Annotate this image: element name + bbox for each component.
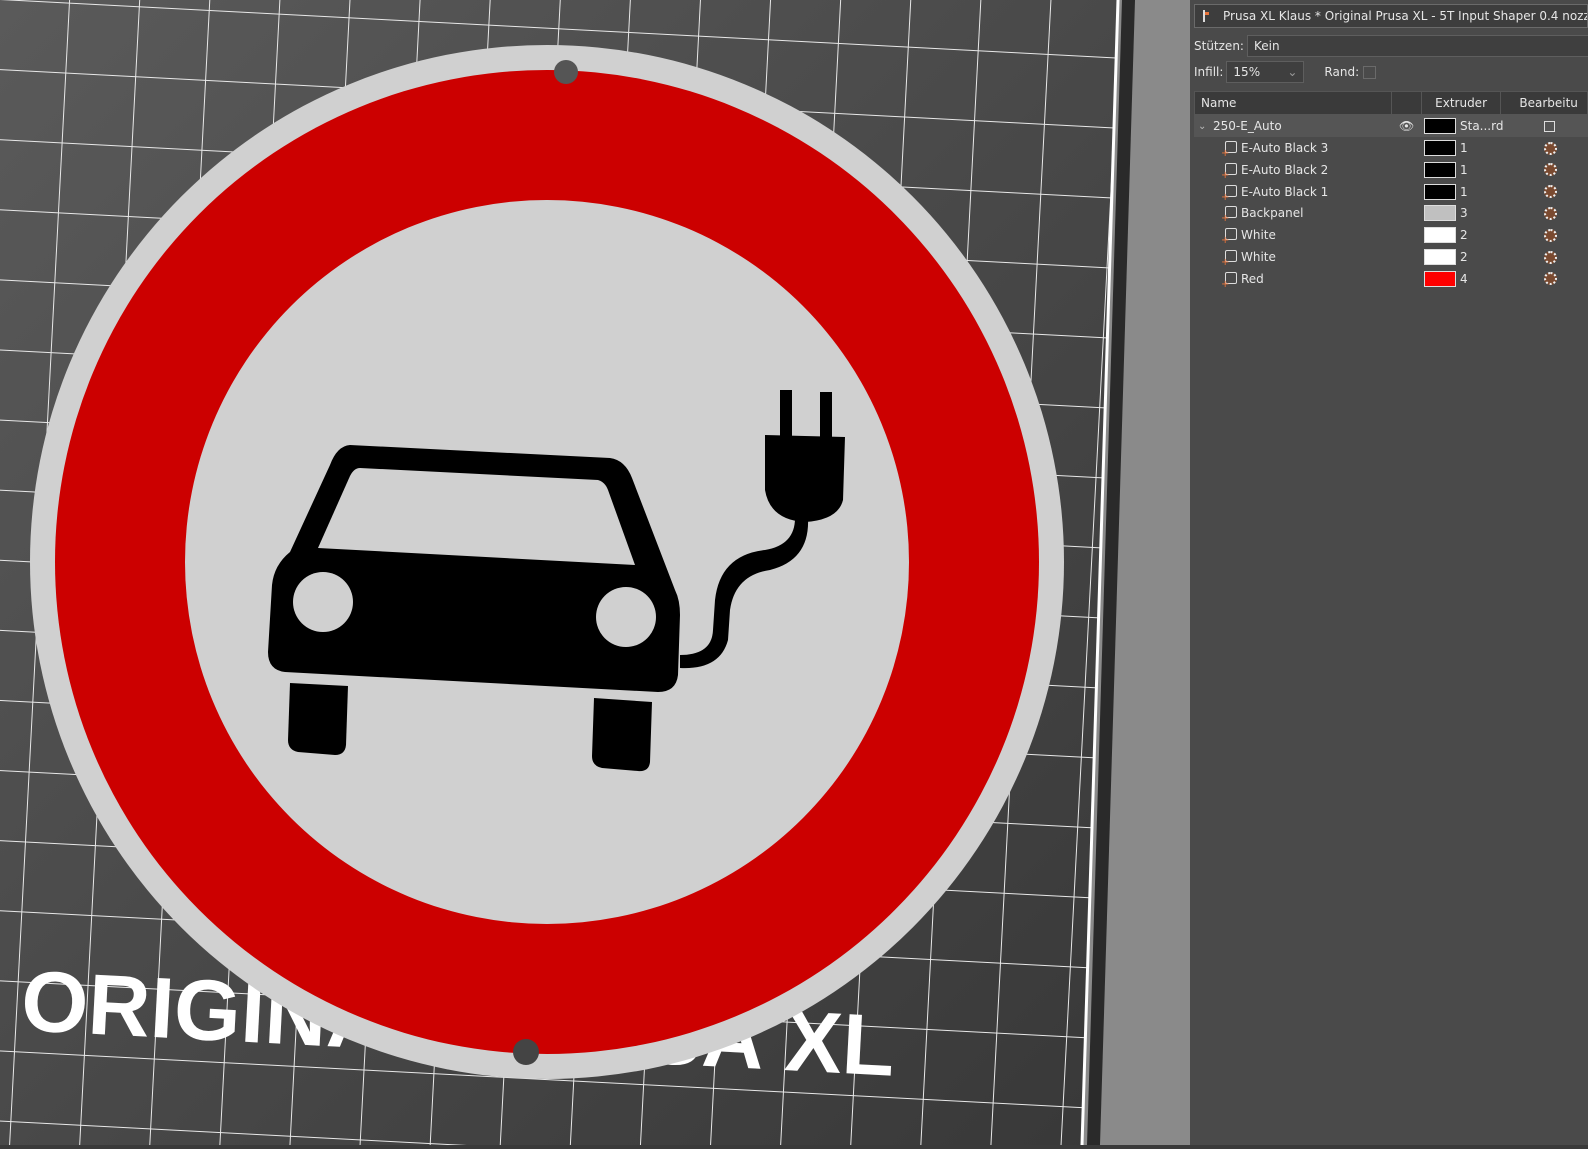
part-row[interactable]: + White 2 <box>1194 224 1588 246</box>
part-row[interactable]: + White 2 <box>1194 246 1588 268</box>
right-sidebar: Prusa XL Klaus * Original Prusa XL - 5T … <box>1190 0 1588 1145</box>
object-row[interactable]: ⌄ 250-E_Auto 👁 Sta...rd <box>1194 115 1588 137</box>
extruder-value[interactable]: 2 <box>1460 250 1468 264</box>
column-name[interactable]: Name <box>1195 92 1392 114</box>
plus-icon: + <box>1221 257 1230 268</box>
part-name: White <box>1241 250 1276 264</box>
part-name: White <box>1241 228 1276 243</box>
chevron-down-icon: ⌄ <box>1287 65 1298 79</box>
extruder-value[interactable]: 1 <box>1460 185 1468 199</box>
extruder-value[interactable]: 4 <box>1460 272 1468 286</box>
extruder-value[interactable]: 2 <box>1460 228 1468 242</box>
part-name: Red <box>1241 271 1264 286</box>
gear-icon[interactable] <box>1544 272 1557 286</box>
infill-select[interactable]: 15% ⌄ <box>1226 61 1305 83</box>
extruder-value[interactable]: Sta...rd <box>1460 119 1503 133</box>
printer-icon <box>1203 10 1209 22</box>
print-bed-scene[interactable]: ORIGINAL PRUSA XL <box>0 0 1190 1146</box>
eye-icon[interactable]: 👁 <box>1399 119 1414 133</box>
chevron-down-icon[interactable]: ⌄ <box>1198 121 1206 132</box>
column-extruder[interactable]: Extruder <box>1422 92 1502 114</box>
gear-icon[interactable] <box>1544 206 1557 220</box>
extruder-color-swatch[interactable] <box>1424 227 1456 244</box>
printer-preset-label: Prusa XL Klaus * Original Prusa XL - 5T … <box>1223 9 1588 23</box>
supports-value: Kein <box>1253 39 1280 53</box>
part-row[interactable]: + E-Auto Black 1 1 <box>1194 181 1588 203</box>
extruder-color-swatch[interactable] <box>1424 118 1456 134</box>
brim-checkbox[interactable] <box>1363 65 1377 79</box>
column-visibility[interactable] <box>1392 92 1422 114</box>
printer-preset-combo[interactable]: Prusa XL Klaus * Original Prusa XL - 5T … <box>1194 4 1588 28</box>
extruder-value[interactable]: 1 <box>1460 141 1468 155</box>
extruder-color-swatch[interactable] <box>1424 161 1456 178</box>
plus-icon: + <box>1221 235 1230 247</box>
extruder-color-swatch[interactable] <box>1424 205 1456 222</box>
sign-model[interactable] <box>30 45 1064 1079</box>
plus-icon: + <box>1221 278 1230 290</box>
column-edit[interactable]: Bearbeitu <box>1501 92 1587 114</box>
part-name: E-Auto Black 2 <box>1241 162 1329 177</box>
extruder-color-swatch[interactable] <box>1424 270 1456 287</box>
part-name: E-Auto Black 1 <box>1241 184 1329 199</box>
gear-icon[interactable] <box>1544 141 1557 155</box>
extruder-color-swatch[interactable] <box>1424 249 1456 265</box>
brim-label: Rand: <box>1324 65 1360 79</box>
3d-viewport[interactable]: ORIGINAL PRUSA XL <box>0 0 1190 1146</box>
part-name: Backpanel <box>1241 206 1304 221</box>
supports-select[interactable]: Kein <box>1246 35 1588 57</box>
gear-icon[interactable] <box>1544 250 1557 264</box>
supports-label: Stützen: <box>1194 39 1244 53</box>
part-row[interactable]: + Backpanel 3 <box>1194 202 1588 224</box>
object-name: 250-E_Auto <box>1213 119 1282 133</box>
edit-settings-icon[interactable] <box>1544 120 1555 132</box>
plus-icon: + <box>1221 213 1230 225</box>
extruder-color-swatch[interactable] <box>1424 183 1456 200</box>
infill-value: 15% <box>1233 65 1261 79</box>
part-row[interactable]: + E-Auto Black 3 1 <box>1194 137 1588 159</box>
object-list-header: Name Extruder Bearbeitu <box>1194 91 1588 115</box>
plus-icon: + <box>1221 148 1230 159</box>
part-name: E-Auto Black 3 <box>1241 141 1329 155</box>
plus-icon: + <box>1221 169 1230 181</box>
gear-icon[interactable] <box>1544 228 1557 242</box>
gear-icon[interactable] <box>1544 185 1557 199</box>
gear-icon[interactable] <box>1544 163 1557 177</box>
plus-icon: + <box>1221 191 1230 203</box>
extruder-value[interactable]: 3 <box>1460 206 1468 220</box>
extruder-color-swatch[interactable] <box>1424 140 1456 156</box>
part-row[interactable]: + Red 4 <box>1194 268 1588 290</box>
part-row[interactable]: + E-Auto Black 2 1 <box>1194 159 1588 181</box>
extruder-value[interactable]: 1 <box>1460 163 1468 177</box>
infill-label: Infill: <box>1194 65 1224 79</box>
